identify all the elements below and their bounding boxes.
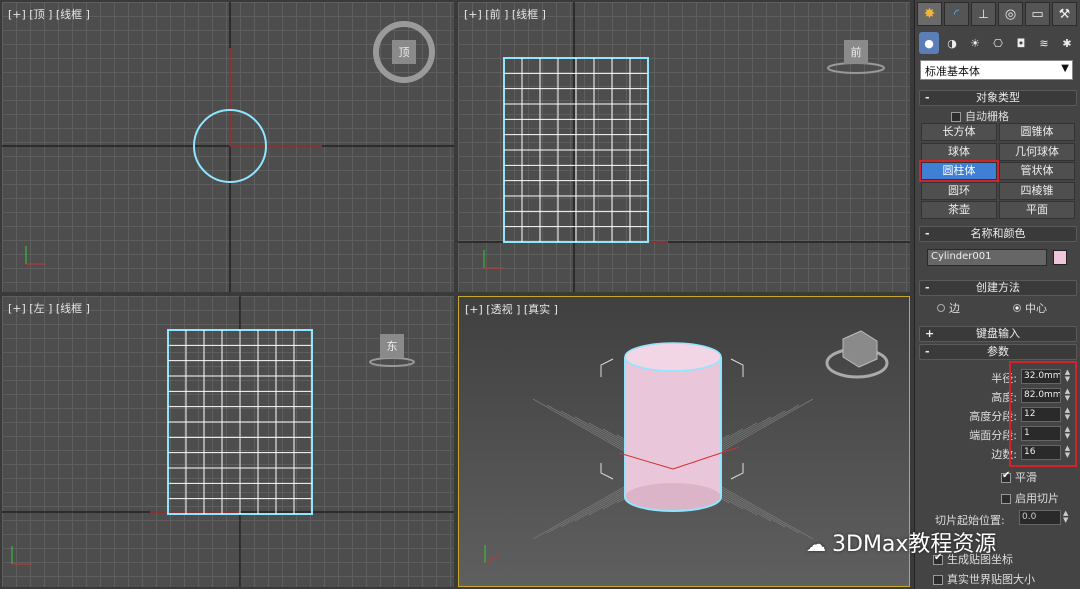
systems-subtab[interactable]: ✱ (1057, 32, 1077, 54)
real-world-checkbox[interactable] (933, 575, 943, 585)
slice-on-checkbox[interactable] (1001, 494, 1011, 504)
helpers-icon: ◘ (1016, 36, 1026, 50)
collapse-icon: - (925, 281, 930, 294)
shapes-icon: ◑ (947, 36, 957, 50)
collapse-icon: - (925, 227, 930, 240)
creation-method-title: 创建方法 (976, 281, 1020, 294)
viewport-top[interactable]: [+] [顶 ] [线框 ] 顶 (2, 2, 454, 292)
viewport-front[interactable]: [+] [前 ] [线框 ] 前 (458, 2, 910, 292)
utilities-icon: ⚒ (1058, 6, 1071, 22)
chevron-down-icon: ▼ (1061, 63, 1069, 74)
expand-icon: + (925, 327, 935, 340)
lights-subtab[interactable]: ☀ (965, 32, 985, 54)
viewcube-front[interactable]: 前 (848, 44, 864, 60)
name-color-header[interactable]: - 名称和颜色 (919, 226, 1077, 242)
autogrid-row[interactable]: 自动栅格 (951, 108, 1009, 124)
slice-on-row[interactable]: 启用切片 (1001, 490, 1059, 506)
systems-icon: ✱ (1062, 36, 1072, 50)
display-icon: ▭ (1031, 6, 1044, 22)
viewport-front-label[interactable]: [+] [前 ] [线框 ] (464, 6, 546, 22)
object-button[interactable]: 平面 (999, 201, 1075, 219)
shapes-subtab[interactable]: ◑ (942, 32, 962, 54)
cameras-icon: ⎔ (993, 36, 1003, 50)
viewcube-left[interactable]: 东 (384, 338, 400, 354)
params-highlight-box (1009, 361, 1077, 467)
command-panel: ✸ ◜ ⊥ ◎ ▭ ⚒ ● ◑ ☀ ⎔ ◘ ≋ ✱ 标准基本体 ▼ - 对象类型 自… (914, 0, 1080, 589)
edge-radio-row[interactable]: 边 (937, 300, 960, 316)
smooth-label: 平滑 (1015, 471, 1037, 484)
modify-icon: ◜ (953, 6, 960, 22)
keyboard-entry-header[interactable]: + 键盘输入 (919, 326, 1077, 342)
viewport-front-canvas (458, 2, 910, 292)
category-dropdown-value: 标准基本体 (925, 65, 980, 78)
object-name-field[interactable]: Cylinder001 (927, 249, 1047, 266)
panel-tabs: ✸ ◜ ⊥ ◎ ▭ ⚒ (917, 2, 1079, 28)
object-button[interactable]: 几何球体 (999, 142, 1075, 161)
viewport-left-label[interactable]: [+] [左 ] [线框 ] (8, 300, 90, 316)
motion-tab[interactable]: ◎ (998, 2, 1023, 26)
collapse-icon: - (925, 345, 930, 358)
hierarchy-tab[interactable]: ⊥ (971, 2, 996, 26)
cameras-subtab[interactable]: ⎔ (988, 32, 1008, 54)
collapse-icon: - (925, 91, 930, 104)
slice-from-spinner[interactable]: ▲ ▼ (1063, 510, 1072, 525)
viewport-top-canvas (2, 2, 454, 292)
object-button[interactable]: 四棱锥 (999, 181, 1075, 200)
utilities-tab[interactable]: ⚒ (1052, 2, 1077, 26)
object-button[interactable]: 长方体 (921, 123, 997, 141)
spacewarps-subtab[interactable]: ≋ (1034, 32, 1054, 54)
motion-icon: ◎ (1004, 6, 1017, 22)
hierarchy-icon: ⊥ (978, 7, 989, 21)
helpers-subtab[interactable]: ◘ (1011, 32, 1031, 54)
spacewarps-icon: ≋ (1039, 36, 1049, 50)
create-icon: ✸ (923, 6, 936, 22)
autogrid-label: 自动栅格 (965, 110, 1009, 123)
display-tab[interactable]: ▭ (1025, 2, 1050, 26)
subtabs: ● ◑ ☀ ⎔ ◘ ≋ ✱ (919, 32, 1077, 54)
smooth-checkbox[interactable] (1001, 470, 1011, 483)
object-button[interactable]: 管状体 (999, 162, 1075, 180)
creation-method-header[interactable]: - 创建方法 (919, 280, 1077, 296)
edge-radio[interactable] (937, 304, 945, 312)
smooth-row[interactable]: 平滑 (1001, 469, 1037, 485)
center-radio[interactable] (1013, 304, 1021, 312)
viewport-top-label[interactable]: [+] [顶 ] [线框 ] (8, 6, 90, 22)
slice-on-label: 启用切片 (1015, 492, 1059, 505)
object-button[interactable]: 球体 (921, 142, 997, 161)
edge-label: 边 (949, 302, 960, 315)
slice-from-input[interactable]: 0.0 (1019, 510, 1061, 525)
object-type-header[interactable]: - 对象类型 (919, 90, 1077, 106)
create-tab[interactable]: ✸ (917, 2, 942, 26)
center-radio-row[interactable]: 中心 (1013, 300, 1047, 316)
name-color-title: 名称和颜色 (970, 227, 1026, 240)
geometry-icon: ● (924, 36, 934, 50)
object-type-title: 对象类型 (976, 91, 1020, 104)
lights-icon: ☀ (970, 36, 980, 50)
geometry-subtab[interactable]: ● (919, 32, 939, 54)
viewport-left[interactable]: [+] [左 ] [线框 ] 东 (2, 296, 454, 587)
center-label: 中心 (1025, 302, 1047, 315)
real-world-label: 真实世界贴图大小 (947, 573, 1035, 586)
category-dropdown[interactable]: 标准基本体 ▼ (920, 60, 1073, 80)
object-color-swatch[interactable] (1053, 250, 1067, 265)
modify-tab[interactable]: ◜ (944, 2, 969, 26)
real-world-row[interactable]: 真实世界贴图大小 (933, 571, 1035, 587)
viewport-perspective-label[interactable]: [+] [透视 ] [真实 ] (465, 301, 558, 317)
viewcube-top[interactable]: 顶 (396, 44, 412, 60)
object-button[interactable]: 圆环 (921, 181, 997, 200)
parameters-header[interactable]: - 参数 (919, 344, 1077, 360)
object-button[interactable]: 圆锥体 (999, 123, 1075, 141)
object-button[interactable]: 圆柱体 (919, 160, 999, 182)
object-button[interactable]: 茶壶 (921, 201, 997, 219)
keyboard-entry-title: 键盘输入 (976, 327, 1020, 340)
parameters-title: 参数 (987, 345, 1009, 358)
watermark: ☁ 3DMax教程资源 (806, 526, 996, 558)
wechat-icon: ☁ (806, 532, 826, 556)
autogrid-checkbox[interactable] (951, 112, 961, 122)
watermark-text: 3DMax教程资源 (832, 532, 997, 557)
